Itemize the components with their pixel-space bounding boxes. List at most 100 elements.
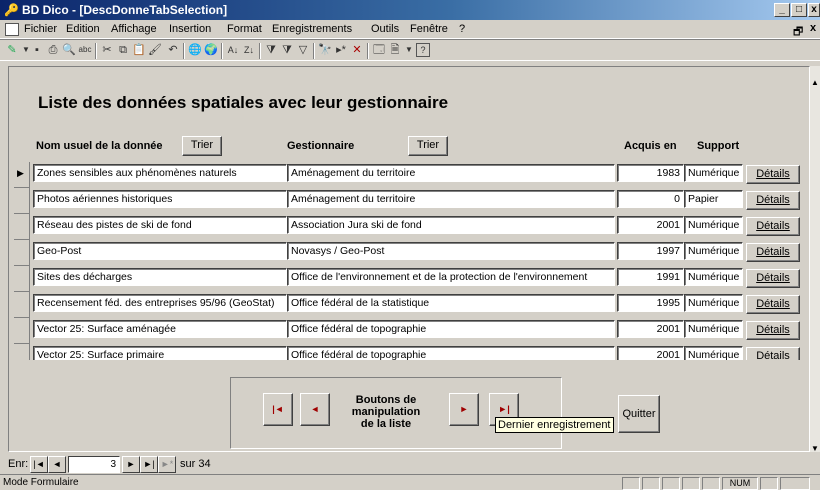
cut-icon[interactable]: ✂ [100,43,114,57]
gestionnaire-field[interactable]: Novasys / Geo-Post [287,242,615,260]
new-record-icon[interactable]: ▸* [334,43,348,57]
form-doc-icon[interactable] [5,23,19,36]
details-button[interactable]: Détails [746,321,800,340]
gestionnaire-field[interactable]: Association Jura ski de fond [287,216,615,234]
support-field[interactable]: Numérique [684,242,743,260]
apply-filter-icon[interactable]: ▽ [296,43,310,57]
details-button[interactable]: Détails [746,295,800,314]
acquis-field[interactable]: 1995 [617,294,684,312]
record-selector[interactable] [14,344,30,360]
nom-field[interactable]: Geo-Post [33,242,287,260]
save-icon[interactable]: ▪ [30,43,44,57]
filter-by-selection-icon[interactable]: ⧩ [264,43,278,57]
nom-field[interactable]: Zones sensibles aux phénomènes naturels [33,164,287,182]
close-doc-icon[interactable]: x [810,22,816,34]
scroll-up-arrow-icon[interactable]: ▲ [811,78,819,87]
view-icon[interactable]: ✎ [5,43,19,57]
menu-format[interactable]: Format [227,23,262,35]
record-selector[interactable] [14,266,30,292]
nom-field[interactable]: Sites des décharges [33,268,287,286]
gestionnaire-field[interactable]: Office fédéral de topographie [287,320,615,338]
menu-fichier[interactable]: Fichier [24,23,57,35]
menu-help[interactable]: ? [459,23,465,35]
database-window-icon[interactable]: 🗔 [372,43,386,57]
nom-field[interactable]: Recensement féd. des entreprises 95/96 (… [33,294,287,312]
details-button[interactable]: Détails [746,217,800,236]
details-button[interactable]: Détails [746,243,800,262]
format-painter-icon[interactable]: 🖌 [148,43,162,57]
record-selector[interactable] [14,188,30,214]
details-button[interactable]: Détails [746,191,800,210]
dropdown-arrow-icon[interactable]: ▼ [402,43,416,57]
support-field[interactable]: Numérique [684,320,743,338]
details-button[interactable]: Détails [746,165,800,184]
support-field[interactable]: Numérique [684,164,743,182]
sort-by-gestionnaire-button[interactable]: Trier [408,136,448,156]
maximize-button[interactable]: □ [791,3,807,17]
find-icon[interactable]: 🔭 [318,43,332,57]
filter-by-form-icon[interactable]: ⧩ [280,43,294,57]
web-toolbar-icon[interactable]: 🌍 [204,43,218,57]
sort-descending-icon[interactable]: Z↓ [242,43,256,57]
copy-icon[interactable]: ⧉ [116,43,130,57]
support-field[interactable]: Numérique [684,346,743,360]
acquis-field[interactable]: 1983 [617,164,684,182]
record-selector[interactable] [14,318,30,344]
menu-edition[interactable]: Edition [66,23,100,35]
gestionnaire-field[interactable]: Office fédéral de topographie [287,346,615,360]
menu-insertion[interactable]: Insertion [169,23,211,35]
undo-icon[interactable]: ↶ [166,43,180,57]
acquis-field[interactable]: 2001 [617,216,684,234]
details-button[interactable]: Détails [746,269,800,288]
current-record-input[interactable]: 3 [68,456,120,473]
next-record-nav-button[interactable]: ► [122,456,140,473]
nom-field[interactable]: Vector 25: Surface primaire [33,346,287,360]
help-icon[interactable]: ? [416,43,430,57]
acquis-field[interactable]: 2001 [617,346,684,360]
quit-button[interactable]: Quitter [618,395,660,433]
menu-fenetre[interactable]: Fenêtre [410,23,448,35]
support-field[interactable]: Papier [684,190,743,208]
gestionnaire-field[interactable]: Aménagement du territoire [287,164,615,182]
acquis-field[interactable]: 1997 [617,242,684,260]
record-selector[interactable] [14,214,30,240]
nom-field[interactable]: Vector 25: Surface aménagée [33,320,287,338]
delete-record-icon[interactable]: ✕ [350,43,364,57]
print-icon[interactable]: ⎙ [46,43,60,57]
previous-record-button[interactable]: ◄ [300,393,330,426]
record-selector[interactable] [14,240,30,266]
first-record-nav-button[interactable]: |◄ [30,456,48,473]
paste-icon[interactable]: 📋 [132,43,146,57]
scroll-down-arrow-icon[interactable]: ▼ [811,444,819,453]
sort-ascending-icon[interactable]: A↓ [226,43,240,57]
support-field[interactable]: Numérique [684,268,743,286]
menu-enregistrements[interactable]: Enregistrements [272,23,352,35]
menu-outils[interactable]: Outils [371,23,399,35]
insert-hyperlink-icon[interactable]: 🌐 [188,43,202,57]
gestionnaire-field[interactable]: Aménagement du territoire [287,190,615,208]
last-record-nav-button[interactable]: ►| [140,456,158,473]
gestionnaire-field[interactable]: Office fédéral de la statistique [287,294,615,312]
new-object-icon[interactable]: 🗎 [388,43,402,57]
new-record-nav-button[interactable]: ►* [158,456,176,473]
nom-field[interactable]: Photos aériennes historiques [33,190,287,208]
gestionnaire-field[interactable]: Office de l'environnement et de la prote… [287,268,615,286]
preview-icon[interactable]: 🔍 [62,43,76,57]
spelling-icon[interactable]: abc [78,43,92,57]
close-button[interactable]: x [808,3,820,17]
acquis-field[interactable]: 1991 [617,268,684,286]
acquis-field[interactable]: 2001 [617,320,684,338]
vertical-scrollbar[interactable]: ▲ ▼ [810,66,820,453]
record-selector[interactable] [14,292,30,318]
acquis-field[interactable]: 0 [617,190,684,208]
record-selector[interactable]: ▶ [14,162,30,188]
support-field[interactable]: Numérique [684,216,743,234]
nom-field[interactable]: Réseau des pistes de ski de fond [33,216,287,234]
sort-by-nom-button[interactable]: Trier [182,136,222,156]
first-record-button[interactable]: |◄ [263,393,293,426]
details-button[interactable]: Détails [746,347,800,360]
next-record-button[interactable]: ► [449,393,479,426]
minimize-button[interactable]: _ [774,3,790,17]
prev-record-nav-button[interactable]: ◄ [48,456,66,473]
menu-affichage[interactable]: Affichage [111,23,157,35]
